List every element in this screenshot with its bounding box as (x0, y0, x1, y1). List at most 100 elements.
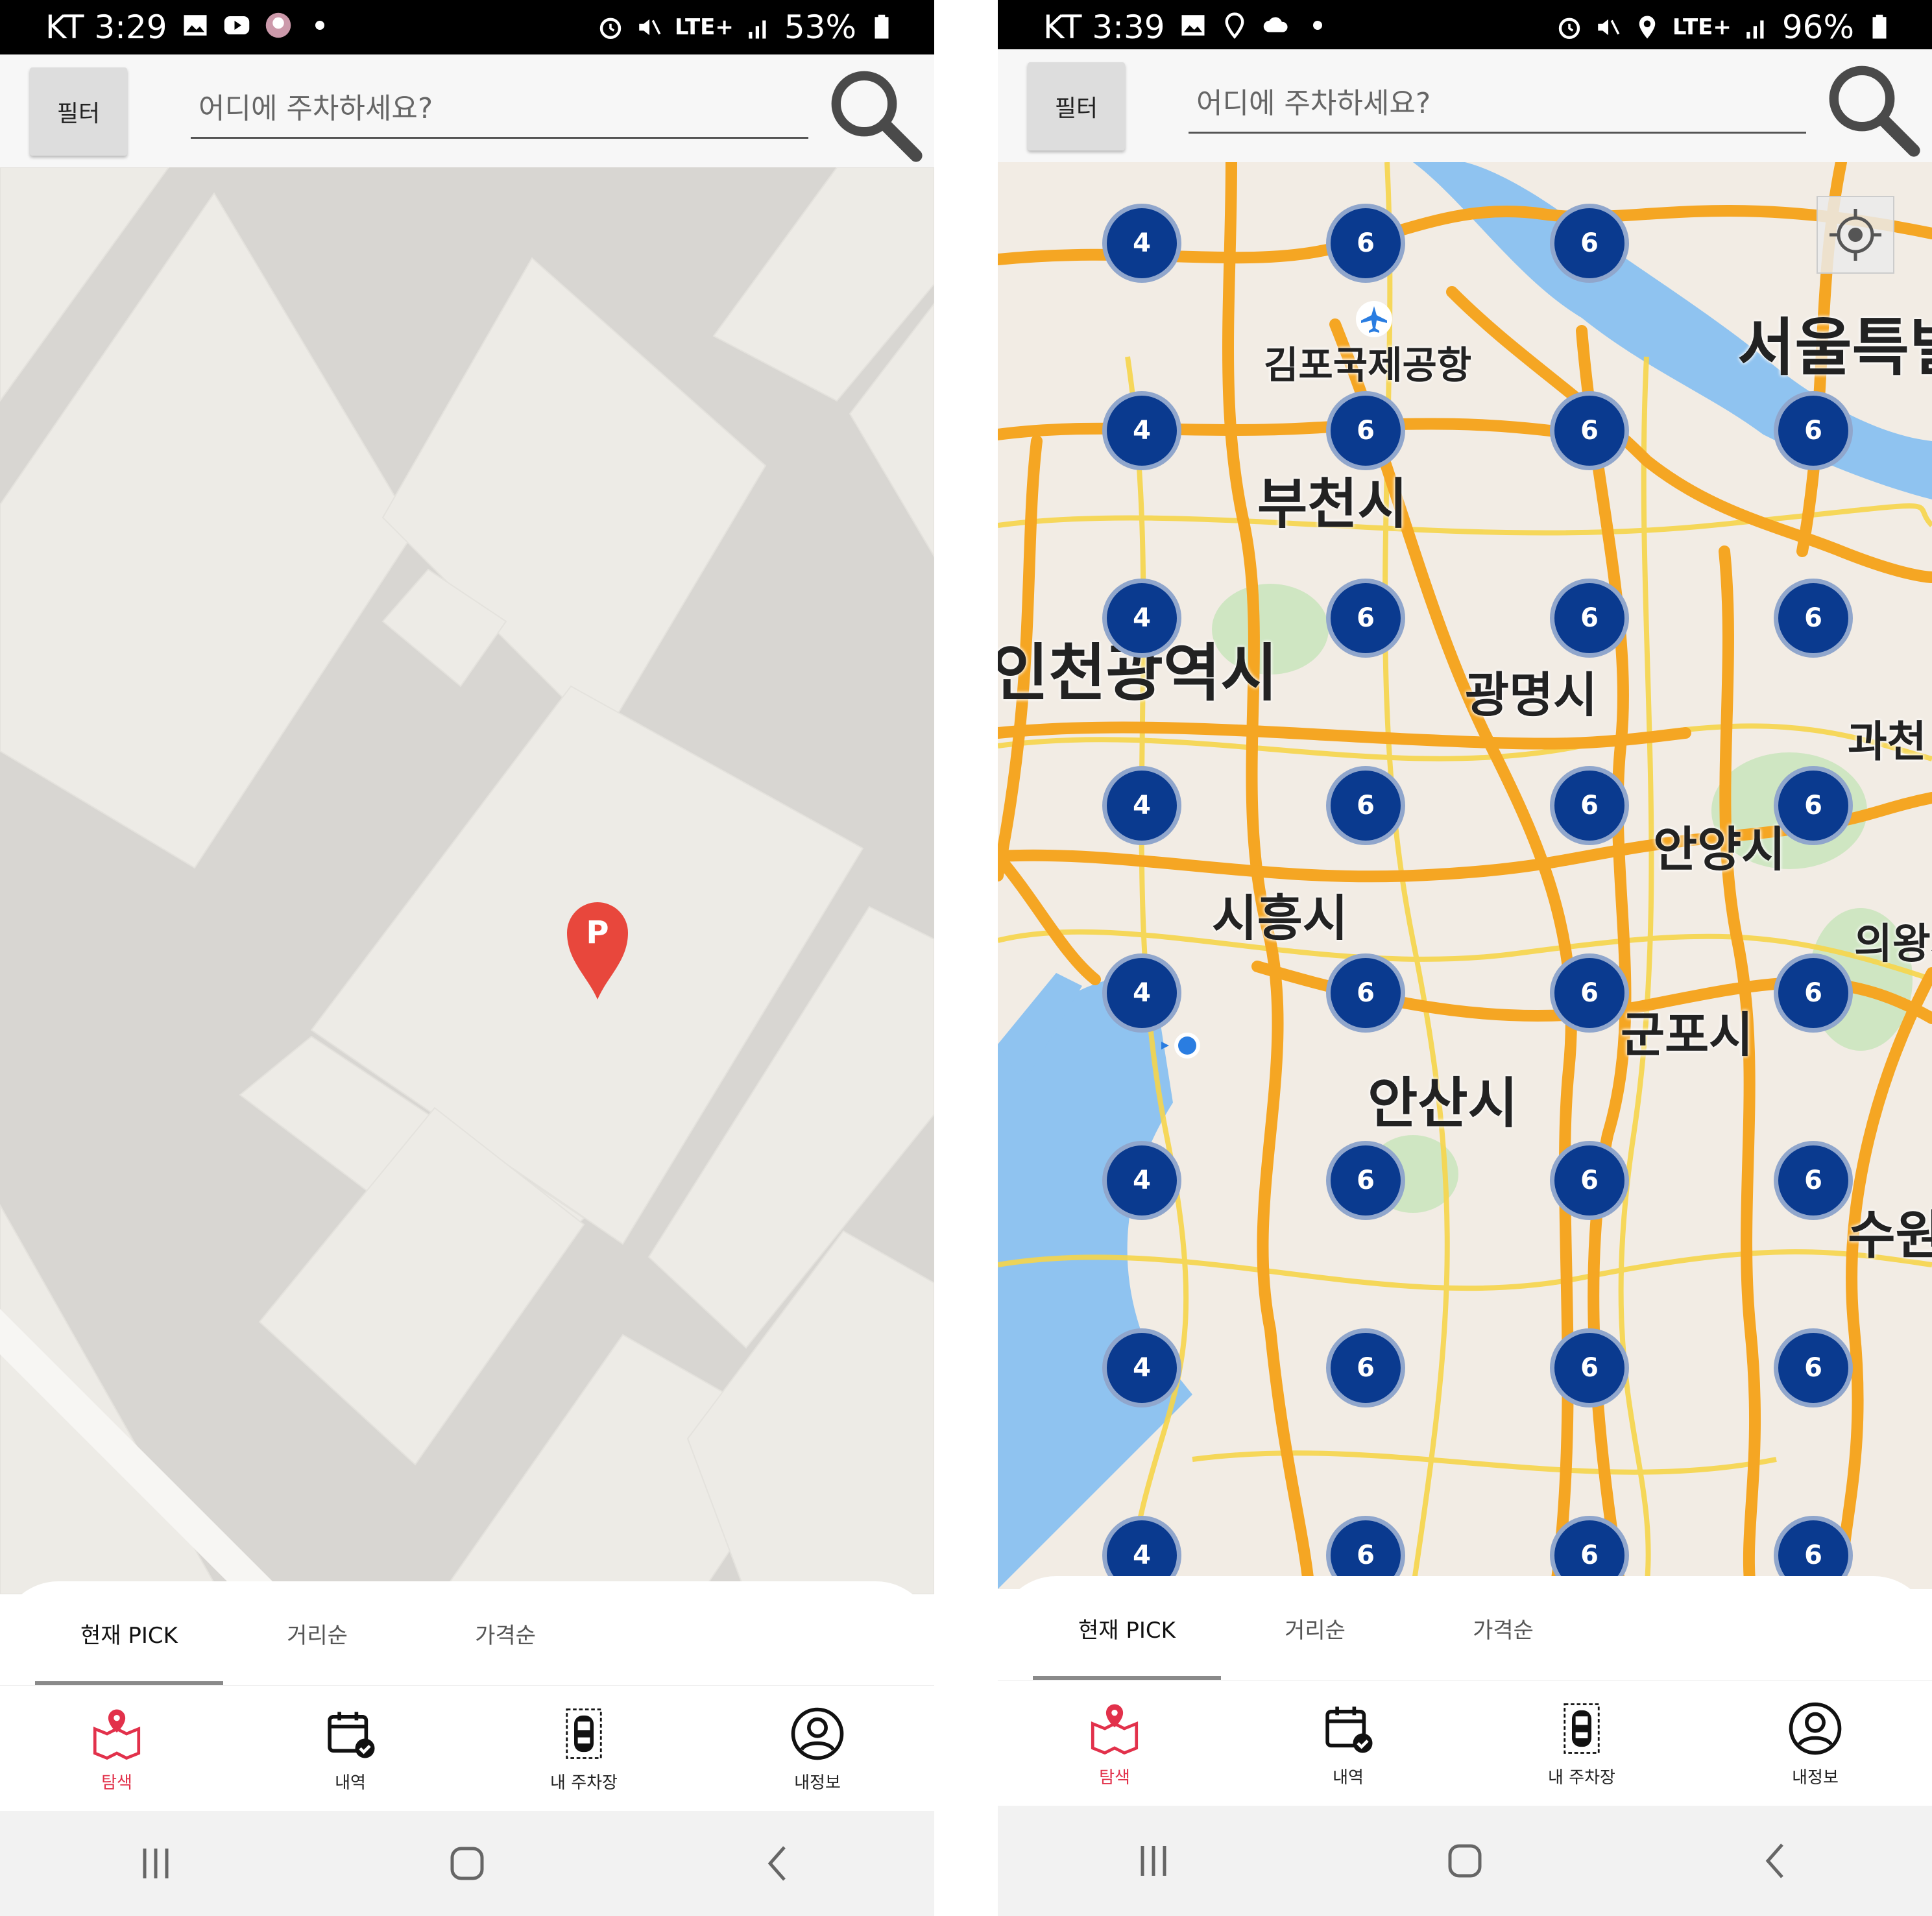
place-label-seoul: 서울특별 (1737, 311, 1932, 384)
parking-cluster-marker[interactable]: 6 (1774, 1328, 1853, 1407)
nav-my-info[interactable]: 내정보 (1698, 1681, 1932, 1806)
nav-explore[interactable]: 탐색 (0, 1686, 234, 1812)
my-location-button[interactable] (1817, 196, 1894, 274)
nav-label-explore: 탐색 (1099, 1767, 1130, 1788)
parking-cluster-marker[interactable]: 6 (1550, 204, 1629, 283)
parking-cluster-marker[interactable]: 6 (1550, 1328, 1629, 1407)
search-icon[interactable] (823, 62, 926, 166)
map-view[interactable]: P (0, 167, 934, 1594)
parking-cluster-marker[interactable]: 6 (1326, 953, 1405, 1033)
signal-icon (1746, 20, 1764, 39)
nav-label-my-parking: 내 주차장 (550, 1773, 618, 1793)
network-type: LTE+ (1672, 14, 1732, 40)
location-icon (1639, 16, 1656, 39)
nav-label-history: 내역 (335, 1773, 366, 1793)
search-input[interactable] (191, 80, 808, 139)
nav-label-my-info: 내정보 (1792, 1767, 1839, 1788)
home-icon (1448, 1844, 1482, 1878)
svg-text:P: P (586, 915, 609, 951)
tab-current-pick[interactable]: 현재 PICK (1033, 1576, 1221, 1680)
mute-icon (1598, 19, 1620, 36)
parking-cluster-marker[interactable]: 6 (1326, 391, 1405, 470)
parking-cluster-marker[interactable]: 4 (1102, 391, 1181, 470)
status-time: KT 3:29 (45, 8, 167, 46)
place-label-siheung: 시흥시 (1212, 889, 1348, 947)
home-button[interactable] (1309, 1806, 1621, 1916)
nav-my-info[interactable]: 내정보 (701, 1686, 934, 1812)
place-label-airport: 김포국제공항 (1264, 343, 1472, 387)
recents-button[interactable] (998, 1806, 1309, 1916)
nav-history[interactable]: 내역 (1231, 1681, 1465, 1806)
parking-marker-icon[interactable]: P (562, 899, 633, 1003)
parking-cluster-marker[interactable]: 4 (1102, 204, 1181, 283)
nav-label-history: 내역 (1333, 1767, 1364, 1788)
map-view[interactable]: 김포국제공항 서울특별 부천시 인천광역시 광명시 과천 안양시 시흥시 의왕시… (998, 162, 1932, 1589)
parking-cluster-marker[interactable]: 6 (1774, 953, 1853, 1033)
parking-cluster-marker[interactable]: 6 (1550, 953, 1629, 1033)
parking-cluster-marker[interactable]: 6 (1774, 391, 1853, 470)
place-label-bucheon: 부천시 (1257, 472, 1408, 536)
parking-cluster-marker[interactable]: 6 (1326, 1328, 1405, 1407)
alarm-icon (1558, 18, 1580, 39)
nav-history[interactable]: 내역 (234, 1686, 467, 1812)
back-button[interactable] (623, 1811, 934, 1916)
parking-cluster-marker[interactable]: 4 (1102, 953, 1181, 1033)
home-icon (450, 1847, 484, 1880)
parking-cluster-marker[interactable]: 6 (1326, 204, 1405, 283)
cloud-icon (1263, 17, 1288, 32)
nav-my-parking[interactable]: 내 주차장 (1465, 1681, 1698, 1806)
nav-label-my-parking: 내 주차장 (1548, 1767, 1615, 1788)
alarm-icon (599, 18, 622, 39)
recents-icon (1141, 1846, 1166, 1876)
bottom-nav: 탐색 내역 내 주차장 내정보 (0, 1685, 934, 1812)
user-icon (791, 1707, 844, 1760)
youtube-icon (224, 16, 250, 34)
back-button[interactable] (1621, 1806, 1932, 1916)
parking-cluster-marker[interactable]: 4 (1102, 579, 1181, 658)
parking-cluster-marker[interactable]: 6 (1326, 1141, 1405, 1220)
filter-button[interactable]: 필터 (1028, 62, 1125, 150)
tab-price[interactable]: 가격순 (1409, 1576, 1597, 1680)
calendar-check-icon (328, 1711, 375, 1758)
recents-button[interactable] (0, 1811, 311, 1916)
nav-my-parking[interactable]: 내 주차장 (467, 1686, 701, 1812)
parking-cluster-marker[interactable]: 6 (1326, 579, 1405, 658)
battery-icon (1872, 14, 1887, 39)
parking-cluster-marker[interactable]: 6 (1550, 579, 1629, 658)
parking-cluster-marker[interactable]: 6 (1774, 766, 1853, 845)
parking-cluster-marker[interactable]: 6 (1550, 1141, 1629, 1220)
parking-cluster-marker[interactable]: 6 (1550, 766, 1629, 845)
place-label-suwon: 수원 (1848, 1205, 1932, 1265)
tab-current-pick[interactable]: 현재 PICK (35, 1581, 223, 1685)
network-type: LTE+ (674, 14, 734, 40)
parking-cluster-marker[interactable]: 4 (1102, 1141, 1181, 1220)
home-button[interactable] (311, 1811, 623, 1916)
bottom-sheet: 현재 PICK 거리순 가격순 (0, 1581, 934, 1685)
battery-icon (875, 14, 889, 39)
sort-tabs: 현재 PICK 거리순 가격순 (1033, 1576, 1597, 1680)
place-label-gunpo: 군포시 (1621, 1007, 1754, 1063)
place-label-gwacheon: 과천 (1848, 717, 1927, 767)
place-label-uiwang: 의왕시 (1854, 920, 1932, 968)
car-icon (1564, 1703, 1600, 1754)
parking-cluster-marker[interactable]: 6 (1774, 1141, 1853, 1220)
filter-button[interactable]: 필터 (30, 67, 127, 156)
search-icon[interactable] (1820, 57, 1924, 161)
user-icon (1789, 1702, 1842, 1754)
back-icon (1765, 1843, 1783, 1878)
tab-price[interactable]: 가격순 (411, 1581, 599, 1685)
tab-distance[interactable]: 거리순 (1221, 1576, 1409, 1680)
parking-cluster-marker[interactable]: 6 (1326, 766, 1405, 845)
nav-explore[interactable]: 탐색 (998, 1681, 1231, 1806)
parking-cluster-marker[interactable]: 4 (1102, 766, 1181, 845)
tab-distance[interactable]: 거리순 (223, 1581, 411, 1685)
search-input[interactable] (1189, 75, 1806, 134)
system-nav-bar (998, 1806, 1932, 1916)
place-label-gwangmyeong: 광명시 (1465, 667, 1598, 723)
parking-cluster-marker[interactable]: 4 (1102, 1328, 1181, 1407)
parking-cluster-marker[interactable]: 6 (1550, 391, 1629, 470)
search-header: 필터 (0, 54, 934, 167)
parking-cluster-marker[interactable]: 6 (1774, 579, 1853, 658)
map-pin-icon (1091, 1704, 1139, 1754)
place-label-ansan: 안산시 (1368, 1072, 1518, 1135)
